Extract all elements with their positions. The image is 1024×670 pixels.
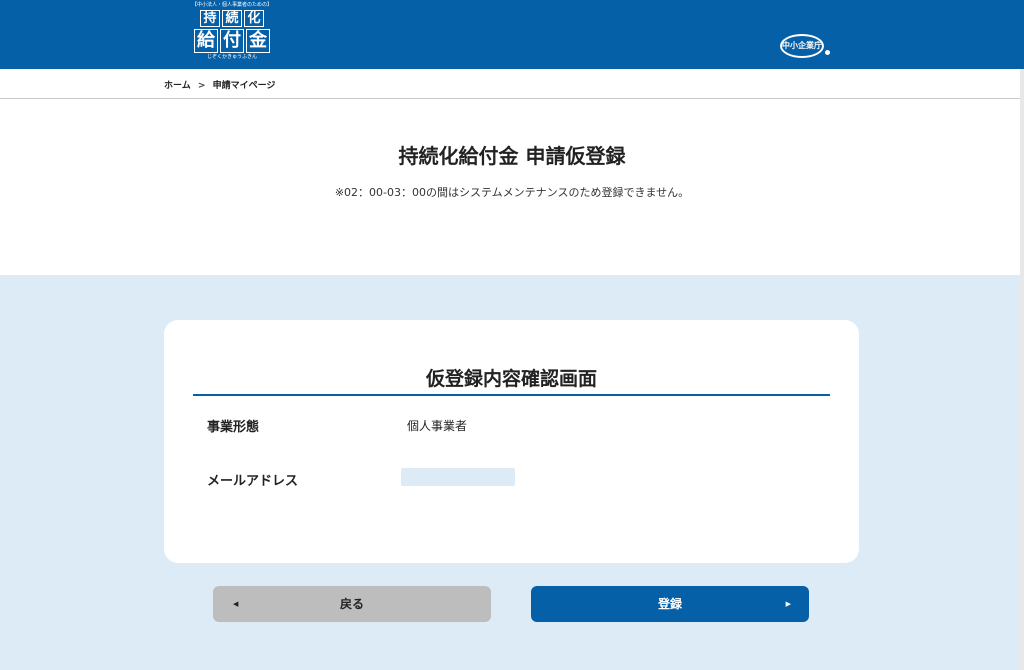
logo-tagline: 【中小法人・個人事業者のための】 (191, 2, 272, 8)
maintenance-notice: ※02：00-03：00の間はシステムメンテナンスのため登録できません。 (334, 186, 690, 199)
site-header: 【中小法人・個人事業者のための】 持 続 化 給 付 金 じぞくかきゅうふきん … (0, 0, 1024, 69)
email-value (401, 468, 515, 486)
breadcrumb: ホーム > 申請マイページ (0, 69, 1024, 99)
logo-reading: じぞくかきゅうふきん (206, 54, 257, 60)
agency-logo-dot (825, 50, 830, 55)
logo-char: 化 (244, 10, 264, 27)
confirmation-card: 仮登録内容確認画面 事業形態 個人事業者 メールアドレス (164, 320, 859, 563)
logo-line-2: 給 付 金 (186, 29, 278, 53)
logo-char: 給 (194, 29, 218, 53)
register-button[interactable]: 登録 ▶ (531, 586, 809, 622)
logo-char: 付 (220, 29, 244, 53)
email-label: メールアドレス (207, 474, 299, 489)
register-button-label: 登録 (657, 597, 682, 611)
logo-line-1: 持 続 化 (186, 10, 278, 27)
logo-char: 持 (200, 10, 220, 27)
back-button-label: 戻る (339, 597, 364, 611)
back-button[interactable]: ◀ 戻る (213, 586, 491, 622)
breadcrumb-separator: > (197, 81, 206, 91)
logo-char: 続 (222, 10, 242, 27)
site-logo[interactable]: 【中小法人・個人事業者のための】 持 続 化 給 付 金 じぞくかきゅうふきん (186, 2, 278, 66)
business-type-value: 個人事業者 (407, 419, 468, 433)
card-title: 仮登録内容確認画面 (193, 364, 830, 396)
breadcrumb-current: 申請マイページ (212, 81, 276, 91)
window-scrollbar[interactable] (1020, 69, 1024, 670)
logo-char: 金 (246, 29, 270, 53)
forward-arrow-icon: ▶ (785, 600, 791, 608)
agency-logo[interactable]: 中小企業庁 (780, 34, 824, 58)
back-arrow-icon: ◀ (233, 600, 239, 608)
business-type-label: 事業形態 (207, 420, 260, 435)
breadcrumb-home-link[interactable]: ホーム (164, 81, 191, 91)
page-title: 持続化給付金 申請仮登録 (398, 144, 626, 168)
